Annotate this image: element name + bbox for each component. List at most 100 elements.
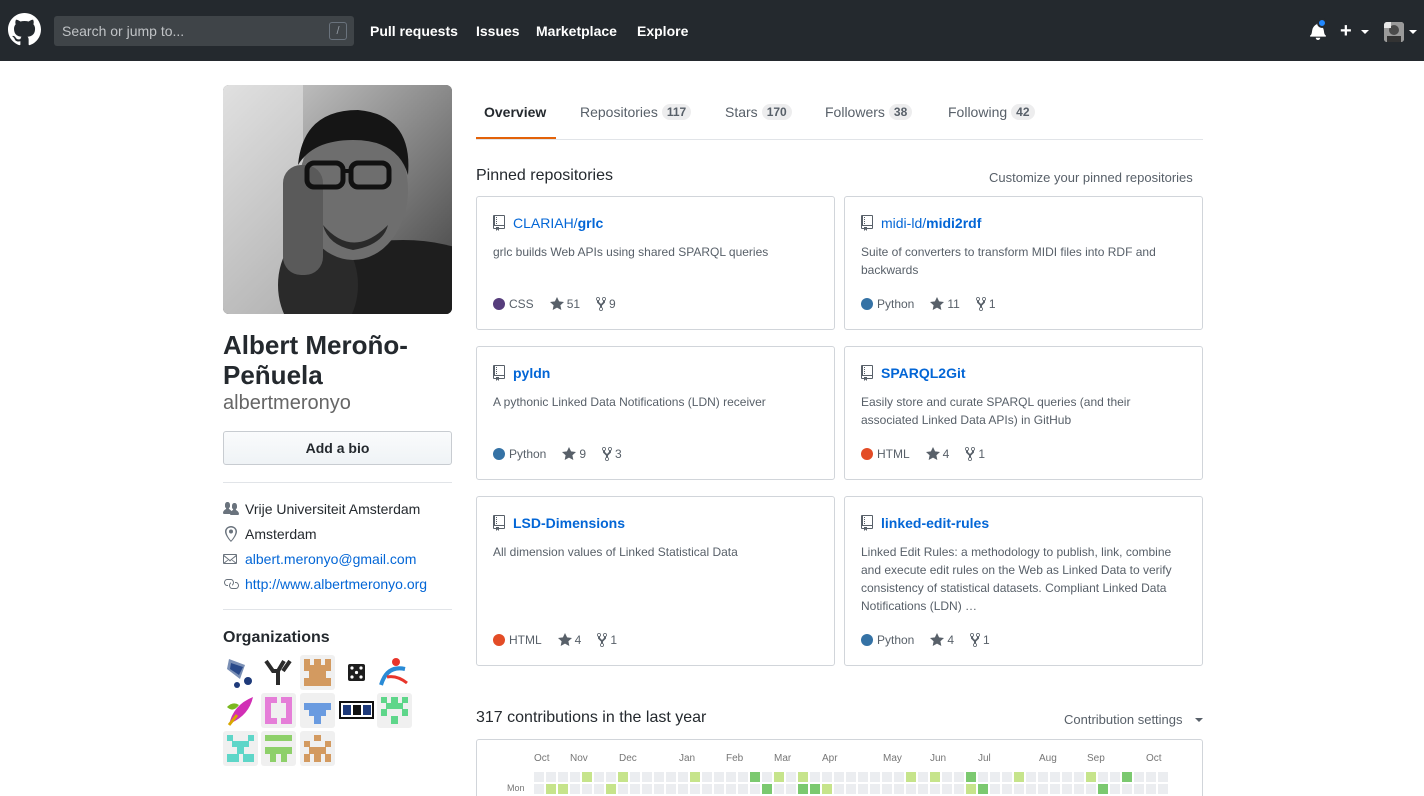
repo-link[interactable]: CLARIAH/grlc [493, 215, 603, 231]
contribution-day[interactable] [534, 772, 544, 782]
contribution-day[interactable] [1062, 772, 1072, 782]
contribution-day[interactable] [858, 784, 868, 794]
contribution-day[interactable] [918, 772, 928, 782]
contribution-day[interactable] [942, 784, 952, 794]
contribution-day[interactable] [1158, 784, 1168, 794]
repo-forks[interactable]: 1 [597, 632, 617, 648]
org-avatar-identicon-3[interactable] [300, 693, 335, 728]
org-avatar-identicon-4[interactable] [377, 693, 412, 728]
contribution-day[interactable] [1098, 784, 1108, 794]
contribution-day[interactable] [798, 784, 808, 794]
contribution-day[interactable] [978, 772, 988, 782]
contribution-day[interactable] [846, 772, 856, 782]
org-avatar-fork[interactable] [261, 655, 296, 690]
contribution-day[interactable] [858, 772, 868, 782]
contribution-day[interactable] [738, 772, 748, 782]
contribution-day[interactable] [870, 772, 880, 782]
nav-pull-requests[interactable]: Pull requests [370, 23, 458, 39]
user-menu-avatar[interactable] [1384, 22, 1404, 42]
contribution-day[interactable] [606, 772, 616, 782]
contribution-day[interactable] [834, 772, 844, 782]
search-input[interactable] [54, 16, 354, 46]
contribution-day[interactable] [882, 784, 892, 794]
contribution-day[interactable] [558, 772, 568, 782]
repo-link[interactable]: pyldn [493, 365, 550, 381]
contribution-day[interactable] [594, 784, 604, 794]
contribution-day[interactable] [1134, 772, 1144, 782]
contribution-day[interactable] [774, 784, 784, 794]
contribution-day[interactable] [558, 784, 568, 794]
contribution-day[interactable] [570, 772, 580, 782]
github-logo-icon[interactable] [8, 13, 41, 46]
contribution-day[interactable] [726, 784, 736, 794]
contribution-day[interactable] [1134, 784, 1144, 794]
contribution-day[interactable] [822, 772, 832, 782]
org-avatar-dice[interactable] [339, 655, 374, 690]
contribution-day[interactable] [930, 772, 940, 782]
contribution-settings-caret-icon[interactable] [1195, 718, 1203, 722]
repo-forks[interactable]: 1 [965, 446, 985, 462]
contribution-day[interactable] [1086, 784, 1096, 794]
contribution-day[interactable] [1026, 784, 1036, 794]
contribution-day[interactable] [1146, 784, 1156, 794]
contribution-day[interactable] [1074, 784, 1084, 794]
org-avatar-quill[interactable] [223, 693, 258, 728]
org-avatar-person[interactable] [377, 655, 412, 690]
contribution-day[interactable] [822, 784, 832, 794]
contribution-day[interactable] [762, 784, 772, 794]
contribution-day[interactable] [594, 772, 604, 782]
repo-forks[interactable]: 1 [970, 632, 990, 648]
contribution-day[interactable] [702, 772, 712, 782]
contribution-day[interactable] [534, 784, 544, 794]
contribution-day[interactable] [1146, 772, 1156, 782]
tab-overview[interactable]: Overview [484, 104, 546, 120]
contribution-day[interactable] [834, 784, 844, 794]
contribution-day[interactable] [726, 772, 736, 782]
repo-forks[interactable]: 1 [975, 296, 996, 312]
contribution-day[interactable] [618, 784, 628, 794]
org-avatar-d2s[interactable] [339, 693, 374, 728]
profile-avatar[interactable] [223, 85, 452, 314]
contribution-settings-dropdown[interactable]: Contribution settings [1064, 712, 1183, 727]
contribution-day[interactable] [546, 784, 556, 794]
contribution-day[interactable] [978, 784, 988, 794]
contribution-day[interactable] [1086, 772, 1096, 782]
contribution-day[interactable] [1074, 772, 1084, 782]
contribution-day[interactable] [1038, 784, 1048, 794]
create-new-plus-icon[interactable]: + [1340, 20, 1352, 42]
contribution-day[interactable] [966, 772, 976, 782]
contribution-day[interactable] [666, 772, 676, 782]
contribution-day[interactable] [1110, 772, 1120, 782]
contribution-day[interactable] [918, 784, 928, 794]
tab-following[interactable]: Following 42 [948, 104, 1035, 120]
contribution-day[interactable] [942, 772, 952, 782]
contribution-day[interactable] [606, 784, 616, 794]
create-new-caret-icon[interactable] [1361, 30, 1369, 34]
repo-link[interactable]: SPARQL2Git [861, 365, 966, 381]
contribution-day[interactable] [1002, 784, 1012, 794]
contribution-day[interactable] [930, 784, 940, 794]
nav-marketplace[interactable]: Marketplace [536, 23, 617, 39]
tab-repositories[interactable]: Repositories 117 [580, 104, 692, 120]
repo-stars[interactable]: 9 [562, 446, 586, 462]
contribution-day[interactable] [810, 784, 820, 794]
contribution-day[interactable] [678, 784, 688, 794]
repo-stars[interactable]: 4 [925, 446, 949, 462]
add-bio-button[interactable]: Add a bio [223, 431, 452, 465]
contribution-day[interactable] [774, 772, 784, 782]
contribution-day[interactable] [642, 784, 652, 794]
contribution-day[interactable] [690, 784, 700, 794]
contribution-day[interactable] [846, 784, 856, 794]
contribution-day[interactable] [990, 784, 1000, 794]
repo-stars[interactable]: 11 [930, 296, 960, 312]
contribution-day[interactable] [906, 784, 916, 794]
contribution-day[interactable] [894, 784, 904, 794]
contribution-day[interactable] [1026, 772, 1036, 782]
nav-issues[interactable]: Issues [476, 23, 520, 39]
contribution-day[interactable] [750, 772, 760, 782]
email-link[interactable]: albert.meronyo@gmail.com [245, 551, 416, 567]
repo-link[interactable]: midi-ld/midi2rdf [861, 215, 981, 231]
contribution-day[interactable] [786, 772, 796, 782]
contribution-day[interactable] [546, 772, 556, 782]
repo-stars[interactable]: 4 [930, 632, 954, 648]
